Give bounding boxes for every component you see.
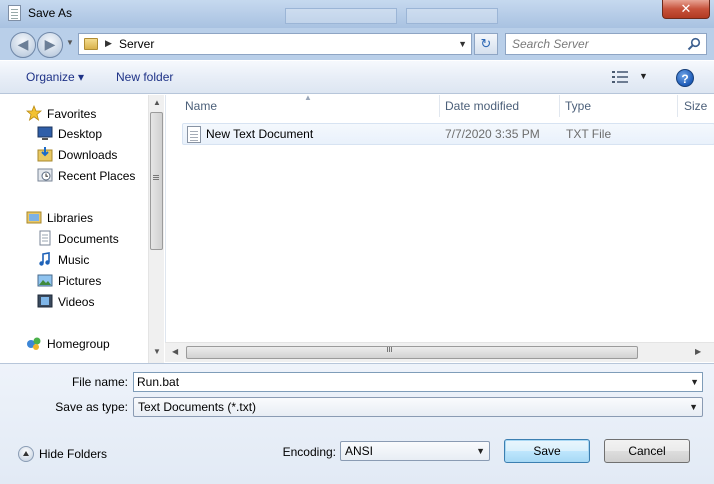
- breadcrumb-server[interactable]: Server: [119, 37, 154, 51]
- nav-item-homegroup[interactable]: Homegroup: [0, 333, 148, 353]
- chevron-down-icon[interactable]: ▼: [689, 402, 698, 412]
- view-details-icon[interactable]: [612, 71, 628, 83]
- collapse-arrow-icon: [18, 446, 34, 462]
- nav-item-pictures[interactable]: Pictures: [0, 270, 148, 290]
- file-type: TXT File: [566, 127, 612, 141]
- nav-pane-scrollbar[interactable]: ▲ ▼: [148, 95, 164, 363]
- search-box[interactable]: [505, 33, 707, 55]
- save-as-type-select[interactable]: Text Documents (*.txt) ▼: [133, 397, 703, 417]
- file-date: 7/7/2020 3:35 PM: [445, 127, 540, 141]
- column-header-date-modified[interactable]: Date modified: [440, 95, 558, 117]
- refresh-icon: ↻: [480, 36, 492, 51]
- nav-item-documents[interactable]: Documents: [0, 228, 148, 248]
- file-name: New Text Document: [206, 127, 314, 141]
- nav-item-recent-places[interactable]: Recent Places: [0, 165, 148, 185]
- save-button[interactable]: Save: [504, 439, 590, 463]
- nav-item-libraries[interactable]: Libraries: [0, 207, 148, 227]
- chevron-down-icon[interactable]: ▼: [690, 377, 699, 387]
- file-list-hscrollbar[interactable]: ◀ ▶: [165, 342, 714, 362]
- scrollbar-grip: [153, 175, 159, 176]
- nav-item-music[interactable]: Music: [0, 249, 148, 269]
- file-name-input[interactable]: [137, 374, 681, 390]
- downloads-icon: [37, 147, 53, 162]
- view-dropdown[interactable]: ▼: [639, 71, 648, 81]
- recent-places-icon: [37, 168, 53, 182]
- notepad-icon: [8, 5, 21, 21]
- music-icon: [39, 252, 50, 266]
- column-header-size[interactable]: Size: [678, 95, 714, 117]
- pictures-icon: [37, 274, 53, 287]
- documents-icon: [39, 230, 51, 246]
- star-icon: [26, 105, 42, 121]
- scroll-down-icon[interactable]: ▼: [153, 347, 161, 356]
- address-bar[interactable]: ▶ Server ▼: [78, 33, 472, 55]
- new-folder-button[interactable]: New folder: [116, 70, 173, 84]
- videos-icon: [37, 294, 53, 308]
- column-header-name[interactable]: Name: [166, 95, 437, 117]
- back-arrow-icon: ◀: [17, 36, 29, 52]
- text-file-icon: [187, 126, 201, 143]
- file-list: ▲ Name Date modified Type Size New Text …: [165, 93, 714, 342]
- close-button[interactable]: ✕: [662, 0, 710, 19]
- nav-item-desktop[interactable]: Desktop: [0, 123, 148, 143]
- scroll-right-icon[interactable]: ▶: [695, 347, 701, 356]
- command-toolbar: Organize ▾ New folder ▼ ?: [0, 60, 714, 94]
- search-icon[interactable]: [687, 37, 701, 51]
- desktop-icon: [37, 126, 53, 140]
- address-dropdown[interactable]: ▼: [458, 39, 467, 49]
- folder-icon: [84, 38, 98, 50]
- scrollbar-grip: [387, 347, 388, 352]
- nav-item-favorites[interactable]: Favorites: [0, 103, 148, 123]
- homegroup-icon: [27, 337, 41, 350]
- background-window-ghost: [406, 8, 498, 24]
- help-button[interactable]: ?: [676, 69, 694, 87]
- encoding-select[interactable]: ANSI ▼: [340, 441, 490, 461]
- scrollbar-thumb[interactable]: [150, 112, 163, 250]
- chevron-down-icon[interactable]: ▼: [476, 446, 485, 456]
- save-as-type-label: Save as type:: [55, 400, 128, 414]
- forward-button[interactable]: ▶: [37, 32, 63, 58]
- refresh-button[interactable]: ↻: [474, 33, 498, 55]
- title-bar: Save As ✕: [0, 0, 714, 28]
- cancel-button[interactable]: Cancel: [604, 439, 690, 463]
- nav-item-downloads[interactable]: Downloads: [0, 144, 148, 164]
- file-name-combo[interactable]: ▼: [133, 372, 703, 392]
- nav-item-videos[interactable]: Videos: [0, 291, 148, 311]
- scroll-up-icon[interactable]: ▲: [153, 98, 161, 107]
- organize-button[interactable]: Organize ▾: [26, 70, 84, 84]
- search-input[interactable]: [512, 36, 682, 52]
- libraries-icon: [26, 211, 42, 224]
- navigation-pane: Favorites Desktop Downloads Recent Place…: [0, 95, 148, 363]
- encoding-label: Encoding:: [282, 445, 336, 459]
- window-title: Save As: [28, 6, 73, 20]
- background-window-ghost: [285, 8, 397, 24]
- table-row[interactable]: New Text Document 7/7/2020 3:35 PM TXT F…: [182, 123, 714, 145]
- forward-arrow-icon: ▶: [44, 36, 56, 52]
- column-header-type[interactable]: Type: [560, 95, 676, 117]
- scroll-left-icon[interactable]: ◀: [172, 347, 178, 356]
- recent-locations-dropdown[interactable]: ▼: [66, 38, 74, 47]
- back-button[interactable]: ◀: [10, 32, 36, 58]
- file-name-label: File name:: [71, 375, 128, 389]
- scrollbar-thumb[interactable]: [186, 346, 638, 359]
- breadcrumb-arrow-icon[interactable]: ▶: [105, 38, 112, 49]
- address-row: ◀ ▶ ▼ ▶ Server ▼ ↻: [0, 28, 714, 60]
